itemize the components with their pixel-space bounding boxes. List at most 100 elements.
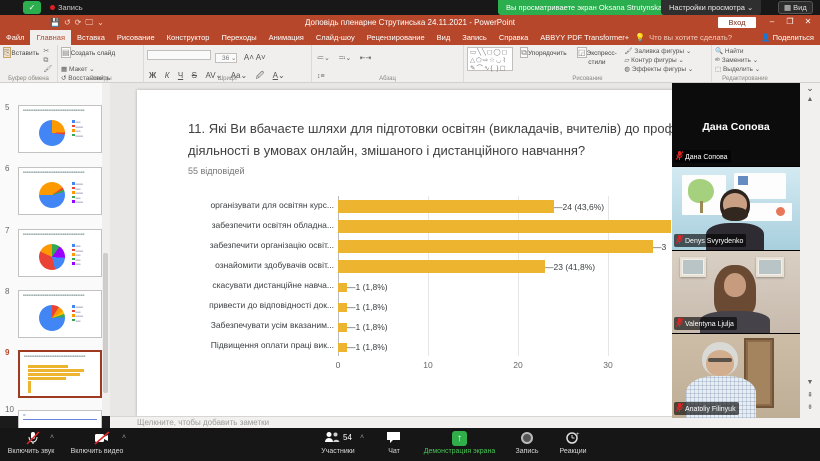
indent-buttons[interactable]: ⇤⇥ — [358, 54, 374, 64]
video-tile-valentyna-ljulja[interactable]: Valentyna Ljulja — [672, 251, 800, 334]
group-label-drawing: Рисование — [464, 76, 711, 82]
quick-access-toolbar[interactable]: 💾↺⟳🖵⌄ — [50, 16, 108, 29]
tree-graphic — [700, 201, 703, 213]
video-options-chevron[interactable]: ˄ — [122, 434, 126, 441]
slide-thumbnail-6[interactable]: ■■■■■■■■■■■■■■■■■■■■■■■■■■■■■■■■■■ ▬▬▬▬▬… — [18, 167, 102, 215]
thumb-number-9: 9 — [5, 348, 9, 357]
tell-me-box[interactable]: Что вы хотите сделать? — [645, 30, 736, 45]
share-screen-icon[interactable]: ↑ — [452, 431, 467, 446]
font-name-select[interactable] — [147, 50, 211, 60]
tab-transitions[interactable]: Переходы — [215, 30, 262, 45]
view-settings-dropdown[interactable]: Настройки просмотра ⌄ — [661, 0, 761, 15]
thumb-number-6: 6 — [5, 164, 9, 173]
share-button[interactable]: 👤 Поделиться — [761, 30, 814, 45]
tab-design[interactable]: Конструктор — [161, 30, 216, 45]
video-tile-denys-svyrydenko[interactable]: Denys Svyrydenko — [672, 167, 800, 251]
value-label: —3 — [653, 242, 666, 252]
thumbnail-scrollbar[interactable] — [102, 83, 110, 416]
slide-thumbnail-8[interactable]: ■■■■■■■■■■■■■■■■■■■■■■■■■■■■■■■■■■ ▬▬▬▬▬… — [18, 290, 102, 338]
zoom-screen-share-window: ✓ Запись Вы просматриваете экран Oksana … — [0, 0, 820, 461]
replace-button[interactable]: ᵃᵇ Заменить ⌄ — [715, 56, 775, 65]
slide-thumbnail-5[interactable]: ■■■■■■■■■■■■■■■■■■■■■■■■■■■■■■■■■■ ▬▬▬▬▬… — [18, 105, 102, 153]
tab-animations[interactable]: Анимация — [263, 30, 310, 45]
recording-label: Запись — [58, 3, 83, 12]
bar — [338, 220, 671, 233]
find-button[interactable]: 🔍 Найти — [715, 47, 775, 56]
encryption-shield-icon[interactable]: ✓ — [23, 1, 41, 14]
tab-view[interactable]: Вид — [431, 30, 457, 45]
pie-chart-thumb — [39, 182, 65, 208]
tab-slideshow[interactable]: Слайд-шоу — [310, 30, 361, 45]
video-tile-dana-sopova[interactable]: Дана Сопова Дана Сопова — [672, 83, 800, 167]
category-label: забезпечити освітян обладна... — [188, 220, 334, 230]
right-scroll-strip: ⌄ ▲ ▼ ⇞ ⇟ — [800, 83, 820, 418]
next-slide-button[interactable]: ⇟ — [800, 403, 820, 411]
paste-button[interactable]: ⎘Вставить — [3, 47, 39, 59]
x-tick-20: 20 — [513, 360, 522, 370]
unmute-label[interactable]: Включить звук — [2, 448, 60, 455]
start-video-label[interactable]: Включить видео — [66, 448, 128, 455]
group-label-paragraph: Абзац — [312, 76, 463, 82]
participant-name-chip: Anatoliy Filinyuk — [674, 402, 739, 415]
participants-label[interactable]: Участники — [307, 448, 369, 455]
tab-draw[interactable]: Рисование — [111, 30, 161, 45]
mic-muted-icon — [676, 403, 683, 412]
tab-home[interactable]: Главная — [30, 30, 71, 45]
slide-thumbnail-9-selected[interactable]: ■■■■■■■■■■■■■■■■■■■■■■■■■■■■■■■■■■ — [18, 350, 102, 398]
shapes-gallery[interactable]: ▭╲╲◻◯◻△⬠⇨☆◡⌇✎⌒∿{ }▢ — [467, 47, 513, 71]
category-label: Забезпечувати усім вказаним... — [188, 320, 334, 330]
shape-fill-button[interactable]: 🖌 Заливка фигуры ⌄ — [624, 47, 693, 56]
restore-button[interactable]: ❐ — [782, 15, 798, 28]
font-size-select[interactable]: 36 ⌄ — [215, 53, 237, 63]
category-label: забезпечити організацію освіт... — [188, 240, 334, 250]
mic-muted-icon — [676, 151, 683, 160]
tab-insert[interactable]: Вставка — [71, 30, 111, 45]
bar — [338, 323, 347, 332]
chat-label[interactable]: Чат — [374, 448, 414, 455]
minimize-button[interactable]: – — [764, 15, 780, 28]
bullets-button[interactable]: ≔⌄ — [315, 54, 332, 64]
value-label: —24 (43,6%) — [554, 202, 604, 212]
shape-effects-button[interactable]: ◍ Эффекты фигуры ⌄ — [624, 65, 693, 74]
reactions-label[interactable]: Реакции — [546, 448, 600, 455]
participants-count: 54 — [343, 433, 352, 442]
layout-button[interactable]: ▦ Макет ⌄ — [61, 65, 110, 74]
participants-icon[interactable] — [324, 431, 340, 449]
zoom-view-button[interactable]: ▦ Вид — [778, 1, 813, 14]
numbering-button[interactable]: ≕⌄ — [336, 54, 353, 64]
tab-record[interactable]: Запись — [456, 30, 493, 45]
cut-copy-painter-buttons[interactable]: ✂⧉🖌 — [43, 47, 52, 74]
sign-in-button[interactable]: Вход — [718, 17, 756, 28]
participants-chevron[interactable]: ˄ — [360, 434, 364, 441]
previous-slide-button[interactable]: ⇞ — [800, 391, 820, 399]
video-tile-anatoliy-filinyuk[interactable]: Anatoliy Filinyuk — [672, 334, 800, 418]
tab-help[interactable]: Справка — [493, 30, 534, 45]
scroll-down-arrow[interactable]: ▼ — [800, 379, 820, 386]
value-label: —1 (1,8%) — [347, 342, 388, 352]
shape-outline-button[interactable]: ▱ Контур фигуры ⌄ — [624, 56, 693, 65]
audio-options-chevron[interactable]: ˄ — [50, 434, 54, 441]
chat-icon[interactable] — [386, 431, 401, 449]
x-tick-10: 10 — [423, 360, 432, 370]
close-button[interactable]: ✕ — [800, 15, 816, 28]
record-icon[interactable] — [521, 432, 533, 444]
glasses — [708, 358, 732, 362]
tab-file[interactable]: Файл — [0, 30, 30, 45]
picture-frame — [756, 257, 784, 277]
tab-review[interactable]: Рецензирование — [361, 30, 431, 45]
collapse-panel-chevron[interactable]: ⌄ — [802, 83, 818, 94]
chevron-down-icon: ⌄ — [747, 3, 753, 12]
x-tick-0: 0 — [336, 360, 341, 370]
tree-graphic — [688, 179, 714, 203]
new-slide-button[interactable]: ▤Создать слайд — [61, 47, 115, 59]
record-label[interactable]: Запись — [502, 448, 552, 455]
thumb-title-lines: ■■■■■■■■■■■■■■■■■■■■■■■■■■■■■■■■■■ — [23, 109, 97, 116]
grow-shrink-font-buttons[interactable]: A˄ A˅ — [242, 52, 268, 64]
scroll-up-arrow[interactable]: ▲ — [800, 96, 820, 103]
quick-styles-button[interactable]: ◲Экспресс-стили — [574, 47, 620, 66]
arrange-button[interactable]: ⧉Упорядочить — [517, 47, 569, 59]
share-screen-label[interactable]: Демонстрация экрана — [412, 448, 507, 455]
slide-thumbnail-7[interactable]: ■■■■■■■■■■■■■■■■■■■■■■■■■■■■■■■■■■ ▬▬▬▬▬… — [18, 229, 102, 277]
select-button[interactable]: ⬚ Выделить ⌄ — [715, 65, 775, 74]
tab-abbyy[interactable]: ABBYY PDF Transformer+ — [534, 30, 635, 45]
